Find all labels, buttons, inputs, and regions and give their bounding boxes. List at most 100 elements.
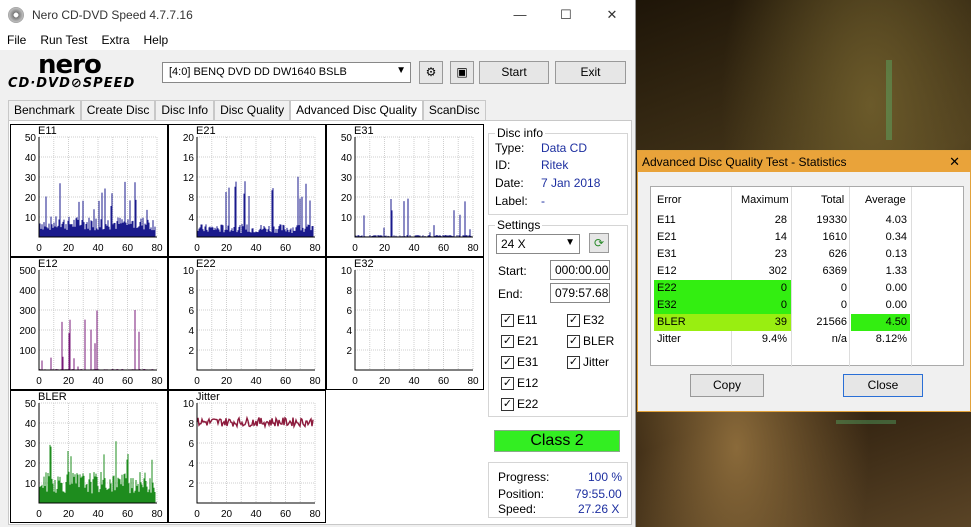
x-tick-label: 40 xyxy=(250,376,262,387)
y-tick-label: 100 xyxy=(19,346,36,357)
table-cell: 0 xyxy=(840,282,847,294)
y-tick-label: 10 xyxy=(183,399,195,410)
exit-button[interactable]: Exit xyxy=(555,61,626,84)
nero-logo: nero CD·DVD⊘SPEED xyxy=(8,50,158,92)
end-label: End: xyxy=(498,287,523,301)
disc-type-label: Type: xyxy=(495,141,525,155)
title-bar: Nero CD-DVD Speed 4.7.7.16 — ☐ ✕ xyxy=(0,0,635,30)
y-tick-label: 4 xyxy=(188,213,194,224)
x-tick-label: 80 xyxy=(151,243,163,254)
y-tick-label: 50 xyxy=(25,399,37,410)
disc-date-value: 7 Jan 2018 xyxy=(541,176,601,190)
y-tick-label: 200 xyxy=(19,326,36,337)
menu-extra[interactable]: Extra xyxy=(94,33,136,47)
table-cell: E31 xyxy=(657,248,677,260)
tab-create-disc[interactable]: Create Disc xyxy=(80,100,156,120)
y-tick-label: 8 xyxy=(188,419,194,430)
table-cell: 302 xyxy=(768,265,787,277)
menu-help[interactable]: Help xyxy=(137,33,176,47)
table-cell: E22 xyxy=(657,282,677,294)
tab-disc-quality[interactable]: Disc Quality xyxy=(214,100,291,120)
save-button[interactable]: ▣ xyxy=(450,61,474,84)
position-value: 79:55.00 xyxy=(575,487,622,501)
y-tick-label: 40 xyxy=(25,419,37,430)
x-tick-label: 60 xyxy=(280,509,292,520)
tab-advanced-disc-quality[interactable]: Advanced Disc Quality xyxy=(290,100,423,121)
minimize-button[interactable]: — xyxy=(497,7,543,23)
maximize-button[interactable]: ☐ xyxy=(543,7,589,23)
close-button[interactable]: ✕ xyxy=(589,7,635,23)
y-tick-label: 40 xyxy=(341,153,353,164)
chart-plot: 500 400 300 200 100 0 20 40 60 80 xyxy=(19,266,163,387)
refresh-button[interactable]: ⟳ xyxy=(589,233,609,253)
x-tick-label: 20 xyxy=(63,376,75,387)
chevron-down-icon: ▼ xyxy=(565,237,575,248)
table-row: E22 0 0 0.00 xyxy=(651,280,965,297)
y-tick-label: 4 xyxy=(188,326,194,337)
start-button[interactable]: Start xyxy=(479,61,549,84)
menu-file[interactable]: File xyxy=(0,33,33,47)
x-tick-label: 20 xyxy=(221,509,233,520)
start-time-field[interactable]: 000:00.00 xyxy=(550,260,610,280)
table-cell: 39 xyxy=(774,316,787,328)
y-tick-label: 10 xyxy=(341,266,353,277)
table-cell: 6369 xyxy=(822,265,847,277)
y-tick-label: 4 xyxy=(346,326,352,337)
main-window: Nero CD-DVD Speed 4.7.7.16 — ☐ ✕ File Ru… xyxy=(0,0,636,527)
toolbar: nero CD·DVD⊘SPEED [4:0] BENQ DVD DD DW16… xyxy=(0,50,636,95)
table-cell: 28 xyxy=(774,214,787,226)
x-tick-label: 80 xyxy=(467,376,479,387)
window-title: Nero CD-DVD Speed 4.7.7.16 xyxy=(32,8,193,22)
y-tick-label: 30 xyxy=(25,173,37,184)
speed-value: 24 X xyxy=(501,237,526,251)
y-tick-label: 20 xyxy=(25,193,37,204)
tab-bar: Benchmark Create Disc Disc Info Disc Qua… xyxy=(8,100,486,121)
y-tick-label: 20 xyxy=(25,459,37,470)
y-tick-label: 10 xyxy=(25,213,37,224)
checkbox-bler[interactable]: ✓ BLER xyxy=(567,334,614,348)
x-tick-label: 0 xyxy=(352,376,358,387)
drive-info-button[interactable]: ⚙ xyxy=(419,61,443,84)
table-cell: 14 xyxy=(774,231,787,243)
checkbox-e32[interactable]: ✓ E32 xyxy=(567,313,604,327)
y-tick-label: 16 xyxy=(183,153,195,164)
checkbox-e12[interactable]: ✓ E12 xyxy=(501,376,538,390)
y-tick-label: 40 xyxy=(25,153,37,164)
dialog-close-icon[interactable]: ✕ xyxy=(949,154,960,170)
table-row: Jitter 9.4% n/a 8.12% xyxy=(651,331,965,348)
menu-run-test[interactable]: Run Test xyxy=(33,33,94,47)
background-streak xyxy=(836,420,896,424)
table-header: Error Maximum Total Average xyxy=(651,192,965,209)
chart-jitter: 10 8 6 4 2 0 20 40 60 80 Jitter xyxy=(168,390,326,523)
settings-heading: Settings xyxy=(495,218,543,232)
checkbox-jitter[interactable]: ✓ Jitter xyxy=(567,355,609,369)
tab-benchmark[interactable]: Benchmark xyxy=(8,100,81,120)
table-cell: 626 xyxy=(828,248,847,260)
y-tick-label: 20 xyxy=(183,133,195,144)
x-tick-label: 0 xyxy=(36,243,42,254)
drive-select[interactable]: [4:0] BENQ DVD DD DW1640 BSLB ▼ xyxy=(162,62,411,83)
checkbox-e11[interactable]: ✓ E11 xyxy=(501,313,537,327)
progress-value: 100 % xyxy=(588,470,623,484)
statistics-table: Error Maximum Total Average E11 28 19330 4.… xyxy=(650,186,965,367)
chart-e21: 20 16 12 8 4 0 20 40 60 80 E21 xyxy=(168,124,326,257)
speed-select[interactable]: 24 X ▼ xyxy=(496,234,580,254)
checkbox-e21[interactable]: ✓ E21 xyxy=(501,334,538,348)
tab-scandisc[interactable]: ScanDisc xyxy=(422,100,486,120)
x-tick-label: 60 xyxy=(438,376,450,387)
table-cell: E21 xyxy=(657,231,677,243)
end-time-field[interactable]: 079:57.68 xyxy=(550,283,610,303)
y-tick-label: 6 xyxy=(346,306,352,317)
y-tick-label: 2 xyxy=(188,479,194,490)
checkbox-e22[interactable]: ✓ E22 xyxy=(501,397,538,411)
checkbox-e31[interactable]: ✓ E31 xyxy=(501,355,538,369)
x-tick-label: 40 xyxy=(250,243,262,254)
tab-disc-info[interactable]: Disc Info xyxy=(155,100,215,120)
disc-label-value: - xyxy=(541,194,545,208)
x-tick-label: 60 xyxy=(280,243,292,254)
copy-button[interactable]: Copy xyxy=(690,374,764,397)
disc-date-label: Date: xyxy=(495,176,524,190)
close-dialog-button[interactable]: Close xyxy=(843,374,923,397)
table-cell: 9.4% xyxy=(761,333,787,345)
chart-plot: 1086420 20 40 60 80 xyxy=(341,266,479,387)
